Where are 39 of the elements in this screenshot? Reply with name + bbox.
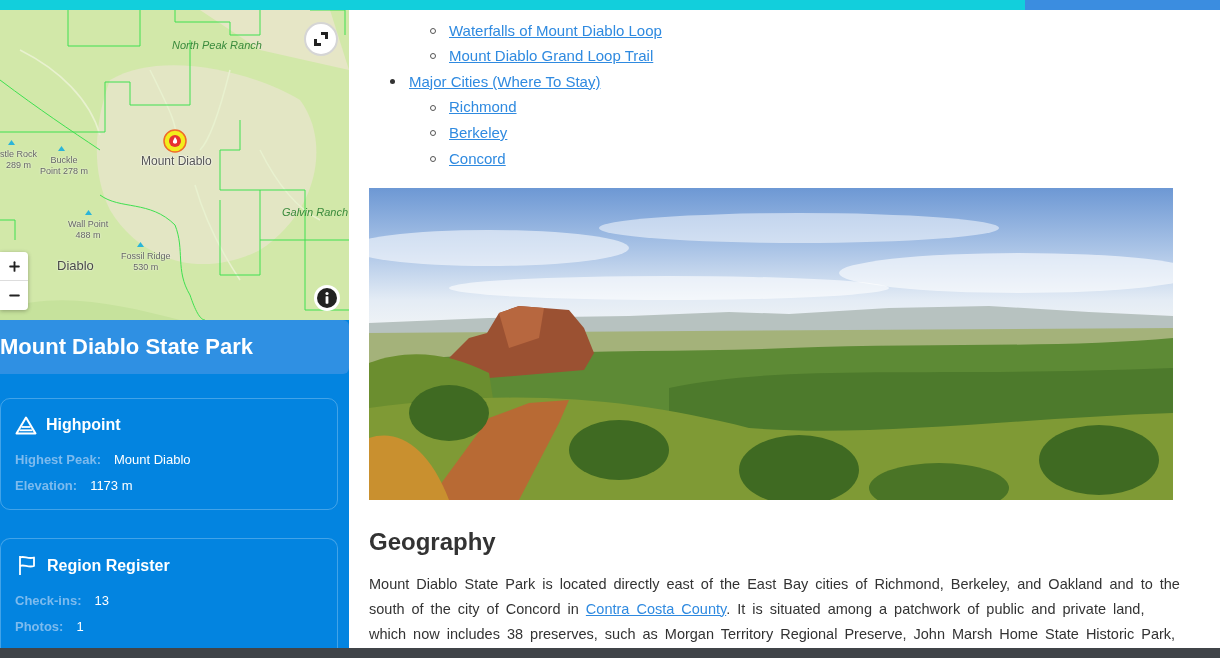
- peak-triangle-icon: [85, 210, 92, 215]
- card-title: Highpoint: [46, 415, 121, 435]
- map-label: Buckle Point 278 m: [40, 155, 89, 177]
- map-label: Mount Diablo: [141, 154, 212, 168]
- toc-link[interactable]: Mount Diablo Grand Loop Trail: [449, 45, 654, 68]
- peak-triangle-icon: [8, 140, 15, 145]
- toc-link[interactable]: Berkeley: [449, 121, 508, 145]
- section-heading: Geography: [369, 526, 497, 557]
- map-label: Galvin Ranch: [282, 205, 349, 219]
- map-label: North Peak Ranch: [172, 38, 262, 52]
- field-label: Photos:: [15, 618, 64, 637]
- peak-triangle-icon: [58, 146, 65, 151]
- triangle-icon: [15, 415, 37, 435]
- map-marker-icon[interactable]: [163, 129, 187, 153]
- toc-link[interactable]: Waterfalls of Mount Diablo Loop: [449, 19, 662, 43]
- peak-triangle-icon: [137, 242, 144, 247]
- map-label: Diablo: [57, 258, 94, 274]
- field-value: Mount Diablo: [114, 451, 191, 470]
- map-label: Fossil Ridge 530 m: [121, 251, 171, 273]
- paragraph: Mount Diablo State Park is located directly east of the East Bay cities of Richmond, Berkeley, and Oakland and to the south of the city of Concord in Contra Costa County. It is situated among a patchwork of public and private land, which now includes 38 preserves, such as Morgan Territory Regional Preserve, John Marsh Home State Historic Park,: [369, 574, 1181, 644]
- field-label: Highest Peak:: [15, 451, 101, 470]
- map-label: stle Rock 289 m: [0, 149, 37, 171]
- toc-link[interactable]: Concord: [449, 147, 506, 170]
- info-icon: [317, 288, 337, 308]
- zoom-in-button[interactable]: [0, 252, 28, 281]
- card-title: Region Register: [47, 555, 170, 576]
- park-title: Mount Diablo State Park: [0, 333, 254, 361]
- map-label: Wall Point 488 m: [68, 219, 109, 241]
- toc-link[interactable]: Richmond: [449, 96, 517, 119]
- field-label: Elevation:: [15, 477, 78, 496]
- toc-link[interactable]: Major Cities (Where To Stay): [409, 70, 601, 94]
- plus-icon: [6, 258, 22, 274]
- field-value: 13: [94, 592, 109, 611]
- expand-icon: [314, 32, 328, 46]
- flag-icon: [18, 555, 36, 576]
- field-value: 1173 m: [90, 477, 133, 496]
- bullet-icon: [390, 79, 395, 85]
- field-label: Check-ins:: [15, 592, 82, 611]
- field-value: 1: [76, 618, 84, 637]
